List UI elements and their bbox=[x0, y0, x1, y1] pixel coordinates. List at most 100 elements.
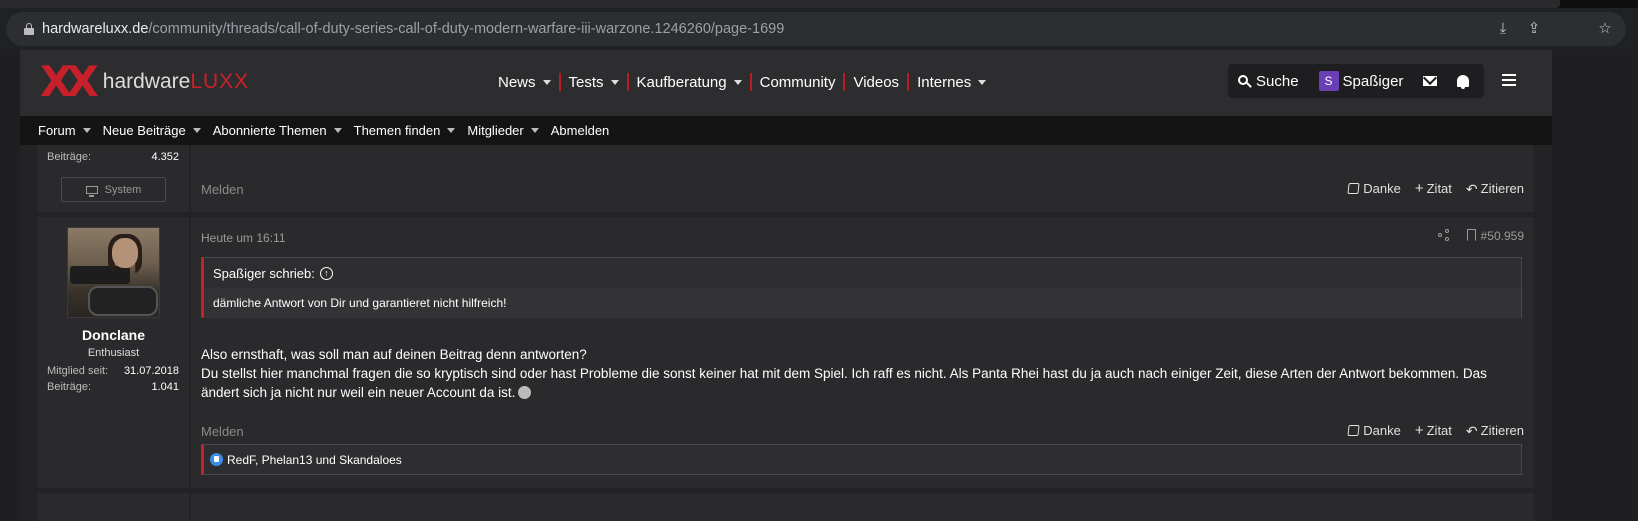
thumbs-up-icon bbox=[1347, 425, 1360, 436]
like-reaction-icon bbox=[210, 453, 223, 466]
post-body-text: Du stellst hier manchmal fragen die so k… bbox=[201, 366, 1487, 400]
plus-icon: + bbox=[1414, 179, 1424, 197]
post-actions: Danke + Zitat ↶ Zitieren bbox=[1334, 423, 1524, 438]
like-button[interactable]: Danke bbox=[1347, 181, 1401, 196]
url-text[interactable]: hardwareluxx.de/community/threads/call-o… bbox=[42, 21, 784, 37]
multiquote-label: Zitat bbox=[1426, 423, 1452, 438]
multiquote-button[interactable]: + Zitat bbox=[1414, 179, 1452, 197]
avatar: S bbox=[1318, 71, 1339, 91]
user-menu-button[interactable]: S Spaßiger bbox=[1309, 64, 1414, 98]
menu-icon[interactable] bbox=[1502, 74, 1516, 86]
install-icon[interactable]: ⤓ bbox=[1494, 21, 1512, 37]
system-button[interactable]: System bbox=[61, 177, 166, 202]
posts-count-value: 4.352 bbox=[151, 151, 179, 163]
nav-internes-label: Internes bbox=[917, 73, 972, 91]
nav-community[interactable]: Community bbox=[752, 73, 846, 91]
multiquote-button[interactable]: + Zitat bbox=[1414, 421, 1452, 439]
post-user-panel: Donclane Enthusiast Mitglied seit: 31.07… bbox=[38, 217, 189, 488]
site-header: XX hardware LUXX News Tests Kaufberatung … bbox=[20, 50, 1552, 116]
nav-videos-label: Videos bbox=[853, 73, 900, 91]
chevron-down-icon bbox=[447, 128, 456, 133]
like-button[interactable]: Danke bbox=[1347, 423, 1401, 438]
post-number[interactable]: #50.959 bbox=[1481, 229, 1524, 243]
like-label: Danke bbox=[1363, 181, 1401, 196]
posts-count-label: Beiträge: bbox=[47, 381, 92, 393]
post-main bbox=[191, 493, 1534, 521]
nav-kaufberatung-label: Kaufberatung bbox=[636, 73, 727, 91]
post-body-line-2: Du stellst hier manchmal fragen die so k… bbox=[201, 364, 1521, 402]
subnav-logout[interactable]: Abmelden bbox=[551, 123, 610, 138]
subnav-logout-label: Abmelden bbox=[550, 123, 610, 138]
bookmark-star-icon[interactable]: ☆ bbox=[1596, 21, 1614, 37]
subnav-new-posts[interactable]: Neue Beiträge bbox=[103, 123, 201, 138]
chevron-down-icon bbox=[610, 79, 619, 85]
reply-label: Zitieren bbox=[1480, 423, 1524, 438]
subnav-forum-label: Forum bbox=[38, 123, 76, 138]
nav-tests-label: Tests bbox=[568, 73, 604, 91]
alerts-button[interactable] bbox=[1447, 64, 1479, 98]
user-avatar[interactable] bbox=[67, 227, 160, 318]
post-main: Heute um 16:11 #50.959 Spaßiger schrieb:… bbox=[191, 217, 1534, 488]
post-main: Melden Danke + Zitat ↶ Zitieren bbox=[191, 145, 1534, 212]
search-icon bbox=[1238, 74, 1252, 88]
system-button-label: System bbox=[104, 183, 142, 196]
share-icon[interactable] bbox=[1438, 229, 1450, 241]
post-donclane: Donclane Enthusiast Mitglied seit: 31.07… bbox=[38, 217, 1534, 488]
sub-nav: Forum Neue Beiträge Abonnierte Themen Th… bbox=[20, 116, 1552, 145]
monitor-icon bbox=[85, 185, 98, 197]
post-date[interactable]: Heute um 16:11 bbox=[201, 231, 286, 245]
search-button[interactable]: Suche bbox=[1228, 64, 1309, 98]
browser-tab-strip bbox=[0, 0, 1638, 8]
page-background-right bbox=[1552, 50, 1638, 521]
subnav-find-threads-label: Themen finden bbox=[353, 123, 441, 138]
bookmark-icon[interactable] bbox=[1467, 229, 1476, 241]
reply-icon: ↶ bbox=[1465, 180, 1478, 197]
like-label: Danke bbox=[1363, 423, 1401, 438]
logo-brand: hardware bbox=[102, 70, 191, 93]
reactions-bar[interactable]: RedF, Phelan13 und Skandaloes bbox=[201, 444, 1522, 475]
chevron-down-icon bbox=[333, 128, 342, 133]
subnav-watched-threads-label: Abonnierte Themen bbox=[212, 123, 327, 138]
subnav-watched-threads[interactable]: Abonnierte Themen bbox=[213, 123, 342, 138]
quote-block: Spaßiger schrieb: ↑ dämliche Antwort von … bbox=[201, 257, 1522, 318]
chevron-down-icon bbox=[733, 79, 742, 85]
post-body-line-1: Also ernsthaft, was soll man auf deinen … bbox=[201, 347, 587, 362]
report-link[interactable]: Melden bbox=[201, 424, 244, 439]
inbox-button[interactable] bbox=[1413, 64, 1447, 98]
reply-button[interactable]: ↶ Zitieren bbox=[1466, 181, 1524, 196]
browser-tab[interactable] bbox=[0, 0, 1560, 8]
post-previous: Beiträge: 4.352 System Melden Danke + Zit… bbox=[38, 145, 1534, 212]
subnav-forum[interactable]: Forum bbox=[38, 123, 91, 138]
nav-news[interactable]: News bbox=[490, 73, 561, 91]
nav-kaufberatung[interactable]: Kaufberatung bbox=[629, 73, 752, 91]
reply-button[interactable]: ↶ Zitieren bbox=[1466, 423, 1524, 438]
reply-label: Zitieren bbox=[1480, 181, 1524, 196]
posts-count-value: 1.041 bbox=[151, 381, 179, 393]
url-path: /community/threads/call-of-duty-series-c… bbox=[148, 21, 785, 37]
share-page-icon[interactable]: ⇪ bbox=[1525, 21, 1543, 37]
quote-header[interactable]: Spaßiger schrieb: ↑ bbox=[213, 266, 333, 281]
nav-news-label: News bbox=[498, 73, 536, 91]
nav-community-label: Community bbox=[759, 73, 836, 91]
nav-tests[interactable]: Tests bbox=[561, 73, 629, 91]
member-since-label: Mitglied seit: bbox=[47, 365, 109, 377]
chevron-down-icon bbox=[192, 128, 201, 133]
arrow-up-circle-icon[interactable]: ↑ bbox=[319, 267, 333, 280]
address-bar[interactable]: hardwareluxx.de/community/threads/call-o… bbox=[6, 12, 1626, 46]
lock-icon[interactable] bbox=[24, 23, 34, 35]
username-link[interactable]: Donclane bbox=[38, 327, 189, 343]
nav-internes[interactable]: Internes bbox=[909, 73, 994, 91]
site-logo[interactable]: XX hardware LUXX bbox=[40, 61, 249, 103]
subnav-members-label: Mitglieder bbox=[467, 123, 524, 138]
report-link[interactable]: Melden bbox=[201, 182, 244, 197]
subnav-members[interactable]: Mitglieder bbox=[467, 123, 539, 138]
reactions-list[interactable]: RedF, Phelan13 und Skandaloes bbox=[227, 453, 402, 467]
post-next bbox=[38, 493, 1534, 521]
post-body: Also ernsthaft, was soll man auf deinen … bbox=[201, 345, 1521, 402]
plus-icon: + bbox=[1414, 421, 1424, 439]
subnav-find-threads[interactable]: Themen finden bbox=[354, 123, 456, 138]
main-nav: News Tests Kaufberatung Community Videos… bbox=[490, 70, 994, 94]
nav-videos[interactable]: Videos bbox=[845, 73, 910, 91]
chevron-down-icon bbox=[542, 79, 551, 85]
bell-icon bbox=[1457, 75, 1470, 89]
